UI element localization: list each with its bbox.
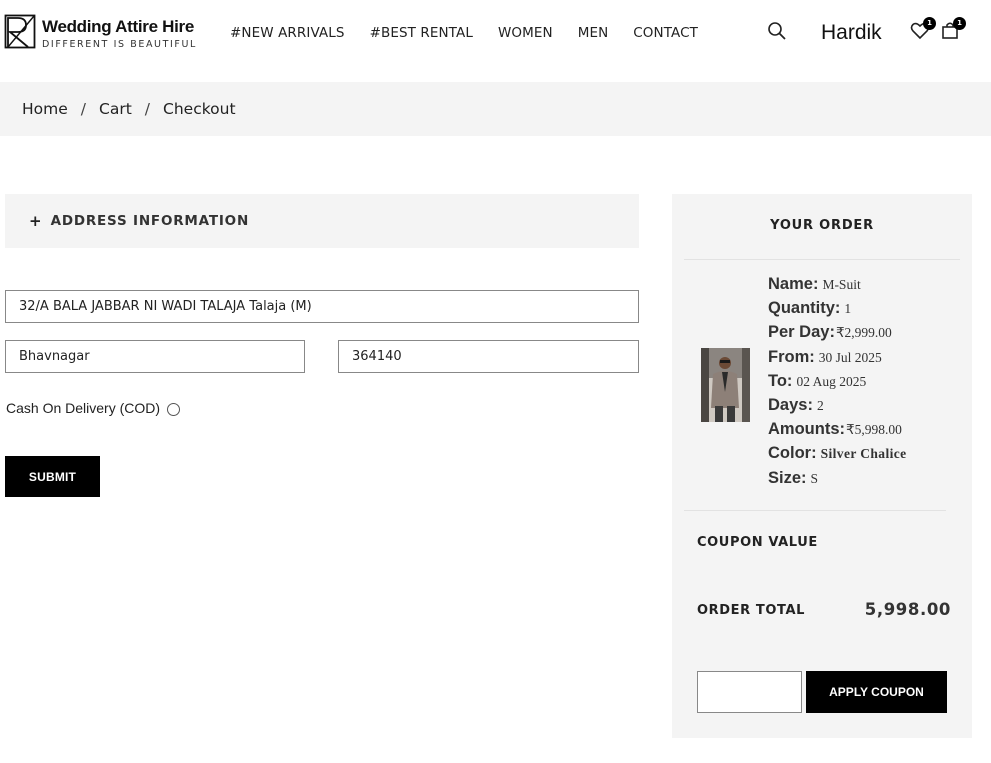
address-section-title: ADDRESS INFORMATION xyxy=(50,213,250,229)
detail-value: ₹2,999.00 xyxy=(835,325,892,341)
order-details: Name: M-Suit Quantity: 1 Per Day:₹2,999.00… xyxy=(768,275,907,493)
cod-radio[interactable] xyxy=(167,402,181,416)
breadcrumb-cart[interactable]: Cart xyxy=(99,100,132,118)
order-total-value: 5,998.00 xyxy=(864,600,951,619)
detail-row: Color: Silver Chalice xyxy=(768,444,907,468)
breadcrumb-home[interactable]: Home xyxy=(22,100,68,118)
brand-logo[interactable]: Wedding Attire Hire DIFFERENT IS BEAUTIF… xyxy=(4,14,204,54)
detail-value: M-Suit xyxy=(822,277,861,292)
address-section-toggle[interactable]: + ADDRESS INFORMATION xyxy=(5,194,639,248)
cod-option[interactable]: Cash On Delivery (COD) xyxy=(6,400,181,416)
breadcrumb-separator: / xyxy=(144,100,151,118)
cart-count-badge: 1 xyxy=(953,17,966,30)
detail-label: Color: xyxy=(768,444,817,463)
nav-contact[interactable]: CONTACT xyxy=(633,25,698,41)
breadcrumb: Home / Cart / Checkout xyxy=(0,82,991,136)
order-summary-panel: YOUR ORDER Name: M-Suit Quantity: 1 Per Da… xyxy=(672,194,972,738)
detail-label: Per Day: xyxy=(768,323,835,342)
detail-label: Quantity: xyxy=(768,299,841,318)
main-nav: #NEW ARRIVALS #BEST RENTAL WOMEN MEN CON… xyxy=(230,25,723,41)
logo-mark-icon xyxy=(4,14,36,49)
cart-button[interactable]: 1 xyxy=(940,17,966,41)
nav-men[interactable]: MEN xyxy=(578,25,609,41)
detail-row: Per Day:₹2,999.00 xyxy=(768,323,907,347)
order-total-label: ORDER TOTAL xyxy=(697,603,805,618)
brand-tagline: DIFFERENT IS BEAUTIFUL xyxy=(42,39,197,50)
detail-value: Silver Chalice xyxy=(820,446,907,462)
brand-name: Wedding Attire Hire xyxy=(42,17,195,36)
divider xyxy=(684,510,946,511)
detail-label: From: xyxy=(768,347,815,366)
detail-value: 30 Jul 2025 xyxy=(818,349,882,365)
detail-row: Days: 2 xyxy=(768,396,907,420)
search-icon[interactable] xyxy=(767,21,787,41)
detail-label: To: xyxy=(768,371,793,390)
detail-row: To: 02 Aug 2025 xyxy=(768,372,907,396)
detail-value: ₹5,998.00 xyxy=(846,422,902,438)
site-header: Wedding Attire Hire DIFFERENT IS BEAUTIF… xyxy=(0,0,991,82)
breadcrumb-checkout: Checkout xyxy=(163,100,236,118)
detail-label: Amounts: xyxy=(768,420,845,439)
cod-label: Cash On Delivery (COD) xyxy=(6,400,161,416)
detail-row: Size: S xyxy=(768,469,907,493)
address-input[interactable]: 32/A BALA JABBAR NI WADI TALAJA Talaja (… xyxy=(5,290,639,323)
city-input[interactable]: Bhavnagar xyxy=(5,340,305,373)
detail-label: Size: xyxy=(768,468,807,487)
detail-label: Days: xyxy=(768,395,813,414)
detail-label: Name: xyxy=(768,275,819,293)
nav-best-rental[interactable]: #BEST RENTAL xyxy=(370,25,473,41)
detail-row: From: 30 Jul 2025 xyxy=(768,348,907,372)
apply-coupon-button[interactable]: APPLY COUPON xyxy=(806,671,947,713)
detail-value: 1 xyxy=(844,301,852,317)
detail-row: Amounts:₹5,998.00 xyxy=(768,420,907,444)
detail-row: Name: M-Suit xyxy=(768,275,907,299)
pincode-input[interactable]: 364140 xyxy=(338,340,639,373)
user-name[interactable]: Hardik xyxy=(821,21,882,45)
divider xyxy=(684,259,960,260)
detail-row: Quantity: 1 xyxy=(768,299,907,323)
detail-value: 2 xyxy=(816,397,824,413)
product-image[interactable] xyxy=(701,348,750,422)
coupon-value-label: COUPON VALUE xyxy=(697,535,818,550)
nav-women[interactable]: WOMEN xyxy=(498,25,553,41)
nav-new-arrivals[interactable]: #NEW ARRIVALS xyxy=(230,25,345,41)
breadcrumb-separator: / xyxy=(80,100,87,118)
wishlist-count-badge: 1 xyxy=(923,17,936,30)
detail-value: S xyxy=(810,470,819,486)
expand-icon: + xyxy=(29,212,42,230)
coupon-input[interactable] xyxy=(697,671,802,713)
submit-button[interactable]: SUBMIT xyxy=(5,456,100,497)
detail-value: 02 Aug 2025 xyxy=(796,373,867,389)
wishlist-button[interactable]: 1 xyxy=(910,17,936,41)
order-title: YOUR ORDER xyxy=(770,218,874,233)
